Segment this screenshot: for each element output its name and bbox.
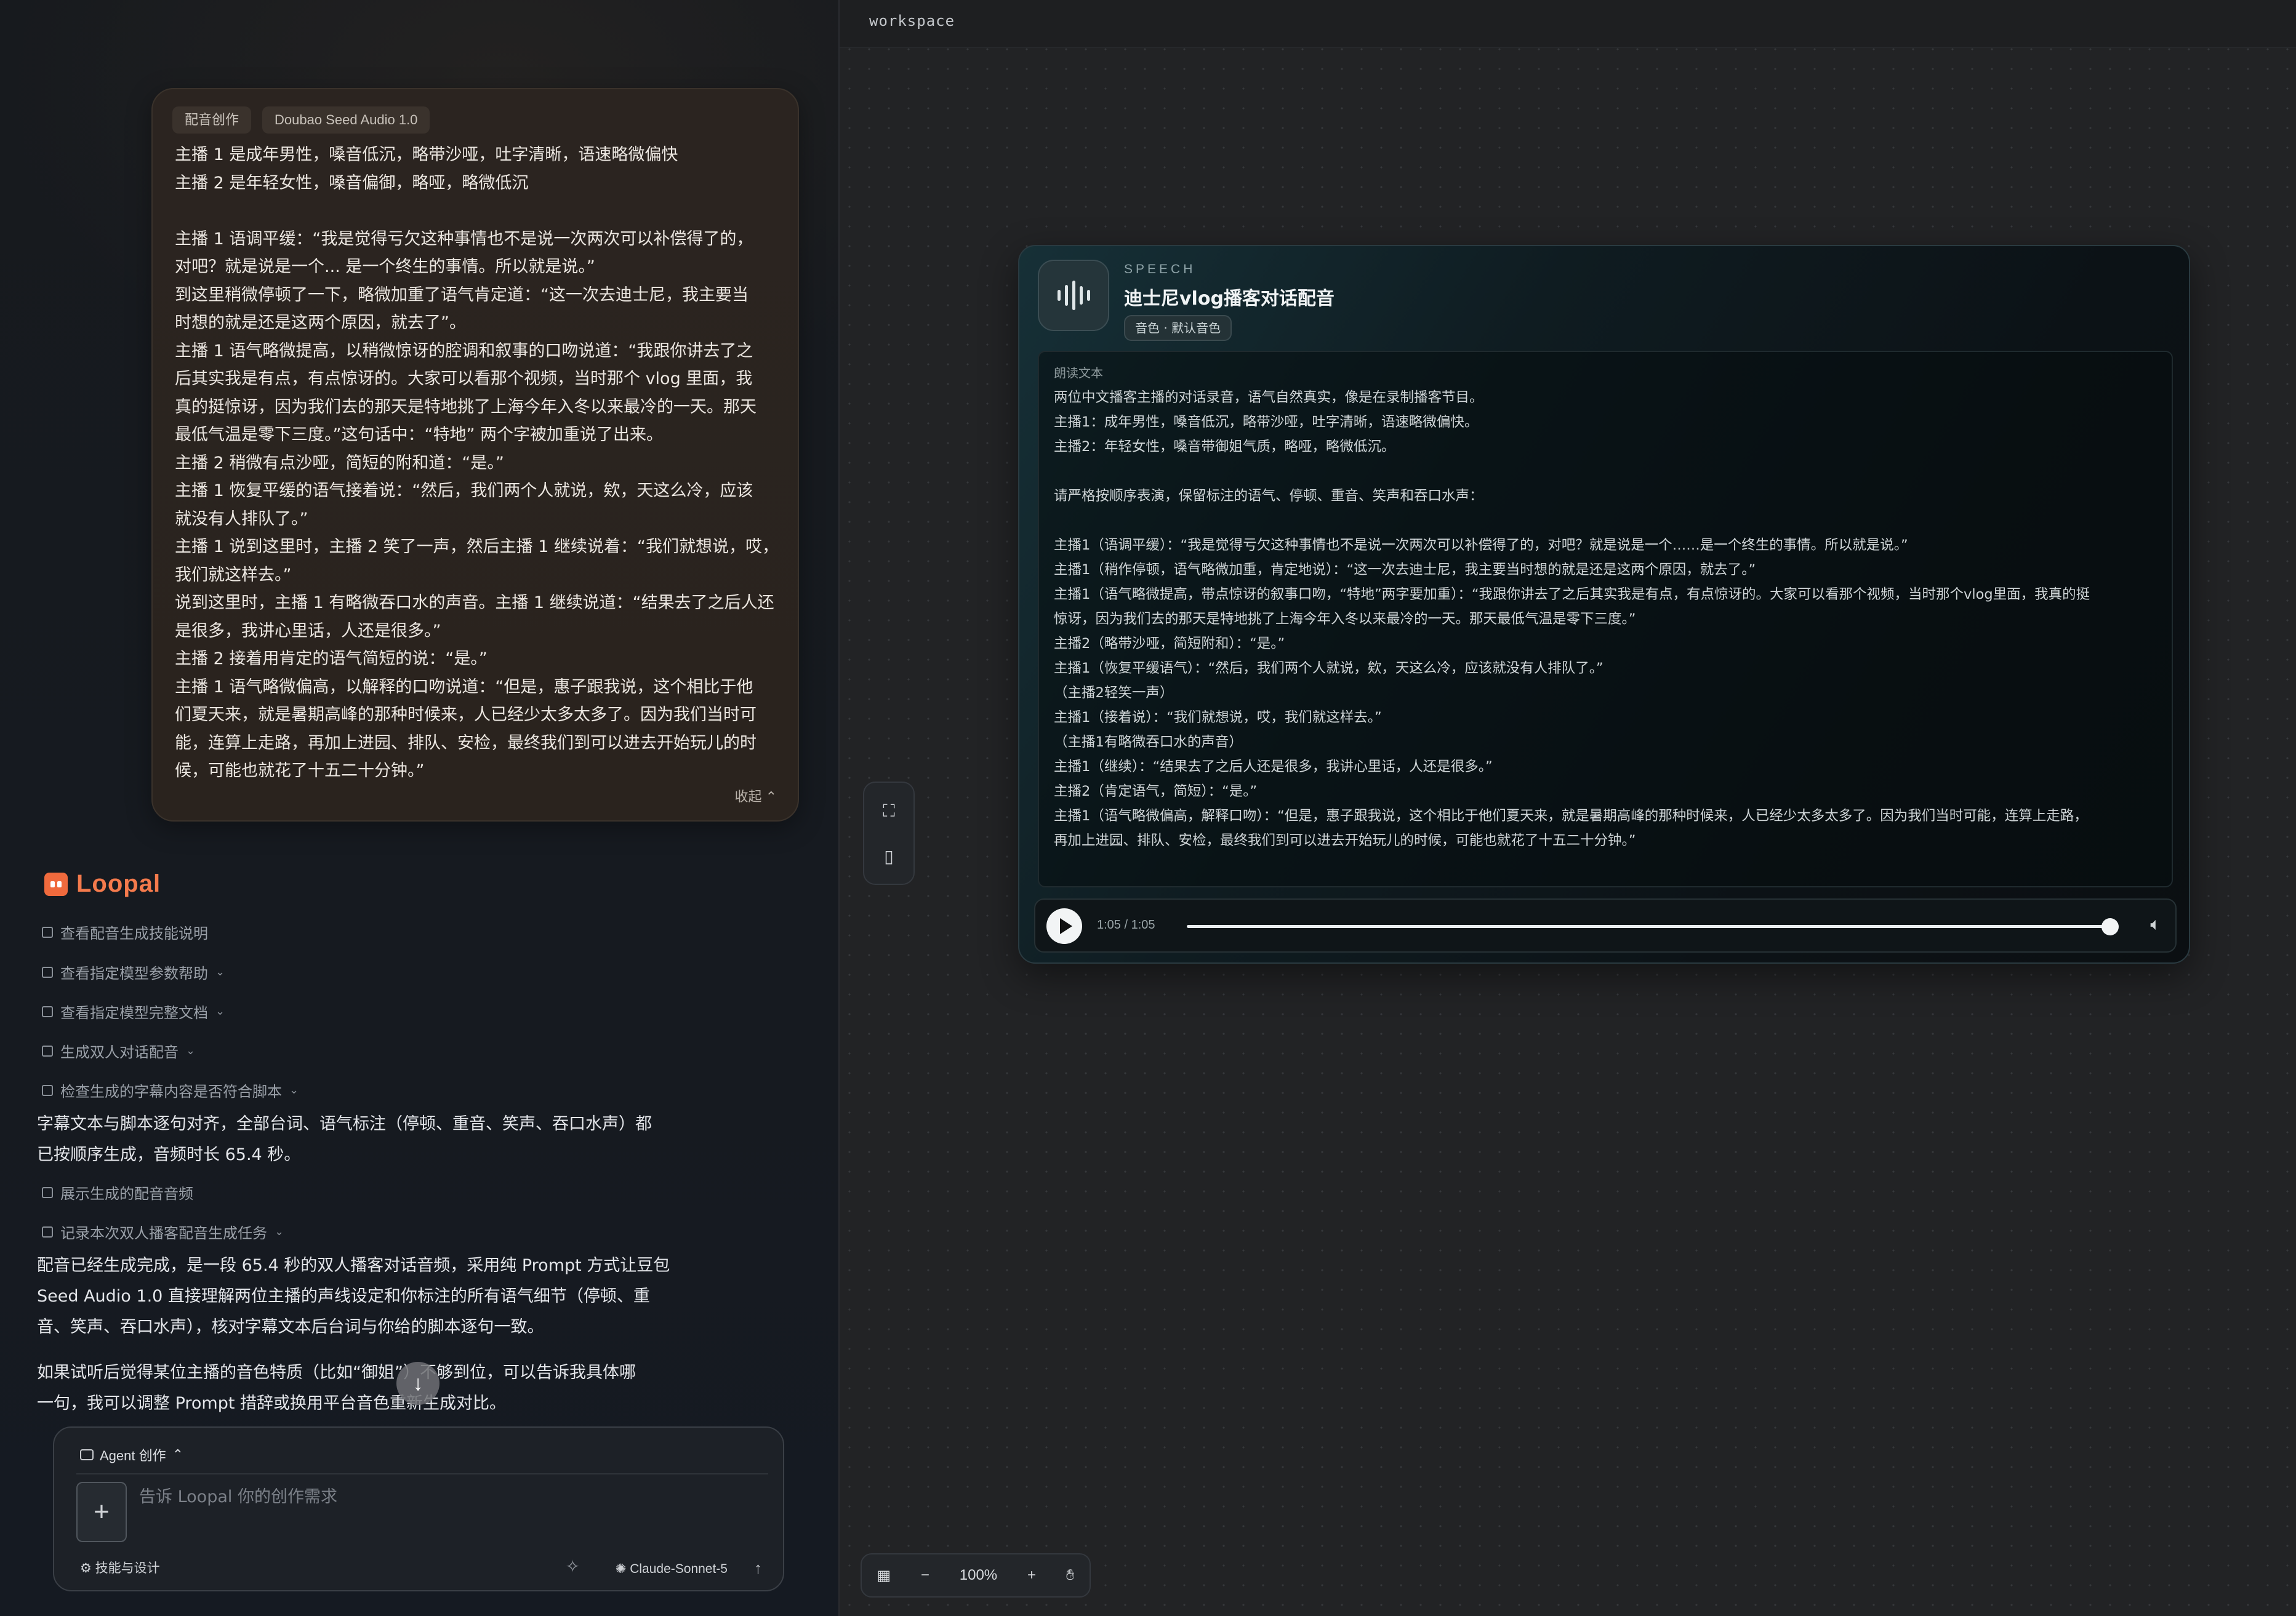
- document-icon: [42, 1084, 53, 1096]
- robot-icon: [80, 1449, 94, 1460]
- volume-icon[interactable]: 🔈︎: [2150, 914, 2161, 935]
- user-prompt-card: 配音创作 Doubao Seed Audio 1.0 主播 1 是成年男性，嗓音…: [151, 88, 799, 822]
- chevron-down-icon: ⌄: [289, 1084, 299, 1097]
- agent-mode-toggle[interactable]: Agent 创作 ⌃: [80, 1445, 183, 1465]
- zoom-level: 100%: [959, 1567, 998, 1583]
- chevron-down-icon: ⌄: [275, 1225, 284, 1238]
- audio-player: 1:05 / 1:05 🔈︎: [1034, 898, 2177, 953]
- prompt-input[interactable]: [138, 1487, 694, 1507]
- step-label: 记录本次双人播客配音生成任务: [60, 1225, 267, 1242]
- terminal-icon: [42, 1045, 53, 1057]
- zoom-toolbar: ▦ − 100% + ✋︎: [861, 1553, 1091, 1598]
- zoom-out-button[interactable]: −: [921, 1567, 929, 1584]
- read-text: 两位中文播客主播的对话录音，语气自然真实，像是在录制播客节目。 主播1：成年男性…: [1054, 390, 2090, 849]
- step-label: 查看指定模型参数帮助: [60, 965, 208, 982]
- chat-panel: 配音创作 Doubao Seed Audio 1.0 主播 1 是成年男性，嗓音…: [0, 0, 840, 1616]
- step-skill-doc[interactable]: 查看配音生成技能说明: [42, 921, 215, 943]
- workspace-canvas[interactable]: workspace ⛶ ▯ SPEECH 迪士尼vlog播客对话配音 音色 · …: [840, 0, 2296, 1616]
- calendar-icon: [42, 1226, 53, 1238]
- voice-badge: 音色 · 默认音色: [1124, 315, 1232, 341]
- step-label: 生成双人对话配音: [60, 1044, 179, 1061]
- brand-logo: Loopal: [44, 870, 161, 898]
- add-attachment-button[interactable]: +: [76, 1482, 127, 1542]
- chevron-down-icon: ⌄: [215, 966, 225, 978]
- node-type-label: SPEECH: [1124, 262, 1196, 276]
- collapse-button[interactable]: 收起 ⌃: [734, 786, 777, 806]
- read-text-label: 朗读文本: [1054, 366, 1103, 380]
- read-text-box: 朗读文本 两位中文播客主播的对话录音，语气自然真实，像是在录制播客节目。 主播1…: [1038, 351, 2173, 887]
- skills-label: 技能与设计: [95, 1561, 160, 1575]
- step-label: 检查生成的字幕内容是否符合脚本: [60, 1083, 282, 1100]
- seek-handle[interactable]: [2101, 918, 2119, 935]
- playback-time: 1:05 / 1:05: [1097, 918, 1155, 932]
- node-title: 迪士尼vlog播客对话配音: [1124, 288, 1335, 310]
- speech-node-card[interactable]: SPEECH 迪士尼vlog播客对话配音 音色 · 默认音色 朗读文本 两位中文…: [1018, 245, 2190, 964]
- copy-icon: [42, 1186, 53, 1198]
- step-label: 查看指定模型完整文档: [60, 1004, 208, 1022]
- step-generate-dialogue[interactable]: 生成双人对话配音 ⌄: [42, 1040, 195, 1062]
- step-label: 查看配音生成技能说明: [60, 925, 208, 942]
- book-icon: [42, 926, 53, 938]
- zoom-in-button[interactable]: +: [1027, 1567, 1036, 1584]
- workspace-topbar: workspace: [840, 0, 2296, 48]
- brand-name: Loopal: [76, 870, 161, 897]
- seek-progress: [1187, 925, 2110, 928]
- scroll-down-button[interactable]: ↓: [396, 1362, 440, 1405]
- grid-icon[interactable]: ▦: [877, 1567, 891, 1585]
- skill-chip: 配音创作: [172, 106, 252, 134]
- step-model-docs[interactable]: 查看指定模型完整文档 ⌄: [42, 1001, 225, 1022]
- chevron-up-icon: ⌃: [172, 1447, 184, 1462]
- model-chip: Doubao Seed Audio 1.0: [262, 106, 430, 134]
- model-label: Claude-Sonnet-5: [630, 1562, 728, 1576]
- workspace-title: workspace: [869, 12, 955, 30]
- mode-label: Agent 创作: [100, 1448, 166, 1463]
- loopal-logo-icon: [44, 872, 68, 896]
- play-button[interactable]: [1046, 908, 1082, 944]
- step-label: 展示生成的配音音频: [60, 1185, 193, 1202]
- chevron-down-icon: ⌄: [215, 1005, 225, 1018]
- audio-waveform-icon: [1038, 260, 1109, 331]
- terminal-icon: [42, 1006, 53, 1017]
- seek-bar[interactable]: [1187, 918, 2119, 935]
- step-show-audio[interactable]: 展示生成的配音音频: [42, 1182, 193, 1203]
- prompt-text: 主播 1 是成年男性，嗓音低沉，略带沙哑，吐字清晰，语速略微偏快 主播 2 是年…: [175, 145, 779, 780]
- result-summary: 字幕文本与脚本逐句对齐，全部台词、语气标注（停顿、重音、笑声、吞口水声）都 已按…: [37, 1114, 652, 1164]
- magic-wand-icon[interactable]: ✧: [566, 1556, 580, 1577]
- model-selector[interactable]: ✺ Claude-Sonnet-5: [616, 1561, 728, 1577]
- terminal-icon: [42, 966, 53, 978]
- step-check-subtitles[interactable]: 检查生成的字幕内容是否符合脚本 ⌄: [42, 1079, 299, 1101]
- hand-tool-icon[interactable]: ✋︎: [1066, 1567, 1075, 1584]
- step-record-task[interactable]: 记录本次双人播客配音生成任务 ⌄: [42, 1221, 284, 1242]
- send-button[interactable]: ↑: [754, 1559, 762, 1578]
- file-icon[interactable]: ▯: [878, 846, 900, 868]
- chevron-down-icon: ⌄: [186, 1044, 196, 1057]
- result-followup: 如果试听后觉得某位主播的音色特质（比如“御姐”）不够到位，可以告诉我具体哪 一句…: [37, 1363, 636, 1413]
- screenshot-icon[interactable]: ⛶: [878, 800, 900, 822]
- divider: [76, 1473, 768, 1474]
- step-model-params[interactable]: 查看指定模型参数帮助 ⌄: [42, 961, 225, 983]
- skills-button[interactable]: ⚙ 技能与设计: [80, 1558, 160, 1577]
- canvas-side-toolbar: ⛶ ▯: [863, 782, 915, 885]
- result-detail: 配音已经生成完成，是一段 65.4 秒的双人播客对话音频，采用纯 Prompt …: [37, 1256, 670, 1337]
- composer: Agent 创作 ⌃ + ⚙ 技能与设计 ✧ ✺ Claude-Sonnet-5…: [53, 1426, 784, 1591]
